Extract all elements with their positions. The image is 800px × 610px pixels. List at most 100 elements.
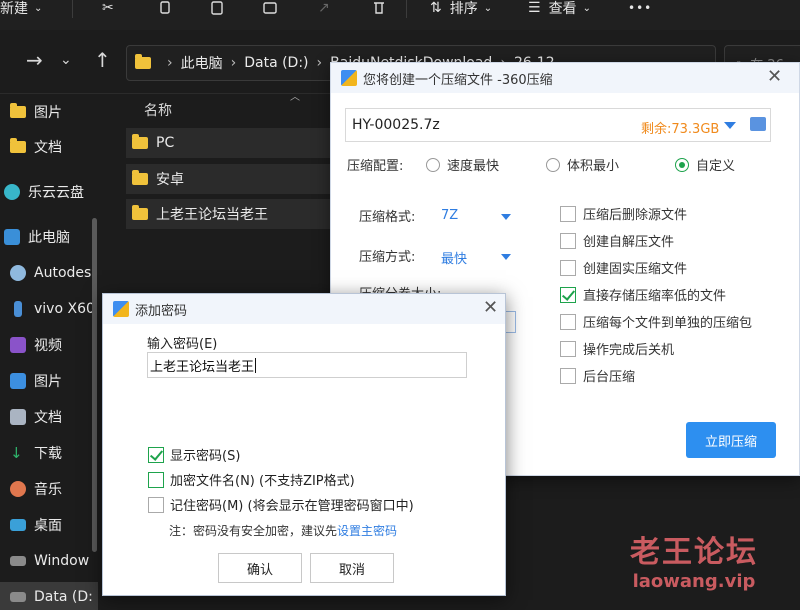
password-value: 上老王论坛当老王: [150, 359, 255, 375]
option-delete-source[interactable]: 压缩后删除源文件: [560, 204, 687, 223]
close-icon[interactable]: ✕: [483, 298, 498, 318]
drive-icon: [10, 592, 26, 602]
view-icon: ☰: [528, 0, 541, 16]
sidebar-item-downloads[interactable]: ↓ 下载: [10, 441, 102, 465]
up-arrow-icon[interactable]: ↑: [94, 50, 111, 70]
list-item-name: 安卓: [156, 172, 184, 188]
show-password-checkbox[interactable]: 显示密码(S): [148, 445, 240, 464]
chevron-down-icon[interactable]: [501, 254, 511, 260]
sidebar-item-label: 图片: [34, 374, 62, 390]
confirm-button[interactable]: 确认: [218, 553, 302, 583]
sidebar-item-pictures-pinned[interactable]: 图片: [10, 100, 102, 124]
sidebar-item-autodesk[interactable]: Autodes: [10, 261, 102, 285]
sidebar-item-label: 文档: [34, 140, 62, 156]
column-header-name[interactable]: 名称: [144, 100, 172, 120]
folder-icon: [10, 138, 26, 153]
breadcrumb-item[interactable]: Data (D:): [244, 55, 308, 71]
compress-dialog-titlebar[interactable]: 您将创建一个压缩文件 -360压缩 ✕: [331, 63, 799, 93]
radio-smallest[interactable]: 体积最小: [546, 155, 619, 174]
radio-indicator-selected: [675, 157, 689, 172]
drive-icon: [10, 556, 26, 566]
breadcrumb-item[interactable]: 此电脑: [181, 53, 223, 73]
sidebar-item-label: Window: [34, 553, 90, 569]
chevron-down-icon[interactable]: [501, 214, 511, 220]
cancel-button[interactable]: 取消: [310, 553, 394, 583]
sidebar-item-label: 乐云云盘: [28, 185, 84, 201]
sidebar-item-documents[interactable]: 文档: [10, 405, 102, 429]
sidebar-item-music[interactable]: 音乐: [10, 477, 102, 501]
sidebar-item-label: 桌面: [34, 518, 62, 534]
sidebar-item-this-pc[interactable]: 此电脑: [4, 225, 96, 249]
method-select[interactable]: 最快: [441, 248, 467, 267]
checkbox-label: 创建自解压文件: [583, 235, 675, 250]
sort-label: 排序: [449, 1, 478, 17]
password-dialog-titlebar[interactable]: 添加密码 ✕: [103, 294, 505, 324]
option-separate-archives[interactable]: 压缩每个文件到单独的压缩包: [560, 312, 752, 331]
close-icon[interactable]: ✕: [767, 67, 782, 87]
desktop-icon: [10, 519, 26, 531]
new-button[interactable]: 新建 ⌄: [0, 0, 64, 17]
sidebar-item-videos[interactable]: 视频: [10, 333, 102, 357]
list-item[interactable]: PC: [126, 128, 331, 158]
option-solid-archive[interactable]: 创建固实压缩文件: [560, 258, 687, 277]
folder-icon: [132, 170, 148, 185]
recent-locations-chevron-icon[interactable]: ⌄: [60, 50, 72, 70]
option-store-low-ratio[interactable]: 直接存储压缩率低的文件: [560, 285, 726, 304]
list-item[interactable]: 上老王论坛当老王: [126, 199, 331, 229]
checkbox-indicator: [148, 496, 164, 513]
sidebar-item-windows-drive[interactable]: Window: [10, 549, 102, 573]
option-shutdown[interactable]: 操作完成后关机: [560, 339, 674, 358]
encrypt-filenames-checkbox[interactable]: 加密文件名(N) (不支持ZIP格式): [148, 470, 355, 489]
share-icon[interactable]: ↗: [318, 0, 330, 16]
toolbar-divider: [72, 0, 73, 18]
format-select[interactable]: 7Z: [441, 208, 458, 223]
sidebar-item-pictures[interactable]: 图片: [10, 369, 102, 393]
browse-folder-icon[interactable]: [750, 117, 766, 131]
option-self-extract[interactable]: 创建自解压文件: [560, 231, 674, 250]
checkbox-indicator-checked: [148, 446, 164, 463]
password-input[interactable]: 上老王论坛当老王: [147, 352, 467, 378]
checkbox-label: 直接存储压缩率低的文件: [583, 289, 727, 304]
view-label: 查看: [548, 1, 577, 17]
add-password-dialog: 添加密码 ✕ 输入密码(E) 上老王论坛当老王 显示密码(S) 加密文件名(N)…: [102, 293, 506, 596]
set-master-password-link[interactable]: 设置主密码: [337, 524, 397, 538]
sidebar-item-label: Data (D:: [34, 589, 93, 605]
security-note: 注：密码没有安全加密，建议先设置主密码: [169, 522, 397, 539]
sidebar-item-desktop[interactable]: 桌面: [10, 513, 102, 537]
option-background[interactable]: 后台压缩: [560, 366, 635, 385]
breadcrumb-separator-icon: ›: [230, 55, 237, 71]
view-button[interactable]: ☰ 查看 ⌄: [528, 0, 600, 17]
sidebar-item-documents-pinned[interactable]: 文档: [10, 135, 102, 159]
site-watermark: 老王论坛 laowang.vip: [630, 535, 758, 592]
sidebar-item-label: Autodes: [34, 265, 92, 281]
sidebar-item-cloud-drive[interactable]: 乐云云盘: [4, 180, 96, 204]
checkbox-label: 显示密码(S): [170, 449, 241, 464]
sort-button[interactable]: ⇅ 排序 ⌄: [430, 0, 502, 17]
watermark-domain: laowang.vip: [632, 571, 756, 592]
remember-password-checkbox[interactable]: 记住密码(M) (将会显示在管理密码窗口中): [148, 495, 414, 514]
list-item-name: 上老王论坛当老王: [156, 207, 268, 223]
more-options-icon[interactable]: •••: [628, 0, 652, 16]
sidebar-item-phone[interactable]: vivo X60: [10, 297, 102, 321]
rename-icon[interactable]: [263, 0, 279, 16]
method-label: 压缩方式:: [359, 250, 416, 265]
toolbar-divider: [406, 0, 407, 18]
sidebar-scrollbar[interactable]: [92, 218, 97, 552]
archive-filename-field[interactable]: HY-00025.7z 剩余:73.3GB: [345, 108, 771, 142]
compressor-app-icon: [341, 70, 357, 86]
computer-icon: [4, 229, 20, 245]
checkbox-indicator: [560, 313, 576, 330]
list-item[interactable]: 安卓: [126, 164, 331, 194]
paste-icon[interactable]: [210, 0, 224, 16]
sidebar-item-data-drive[interactable]: Data (D:: [10, 585, 102, 609]
text-caret: [255, 357, 257, 373]
radio-custom[interactable]: 自定义: [675, 155, 735, 174]
delete-icon[interactable]: [372, 0, 386, 16]
cut-icon[interactable]: ✂: [102, 0, 114, 16]
sort-ascending-icon: ︿: [290, 92, 300, 103]
forward-arrow-icon[interactable]: →: [26, 50, 43, 70]
copy-icon[interactable]: [158, 0, 172, 16]
chevron-down-icon[interactable]: [724, 122, 736, 129]
radio-fastest[interactable]: 速度最快: [426, 155, 499, 174]
compress-now-button[interactable]: 立即压缩: [686, 422, 776, 458]
